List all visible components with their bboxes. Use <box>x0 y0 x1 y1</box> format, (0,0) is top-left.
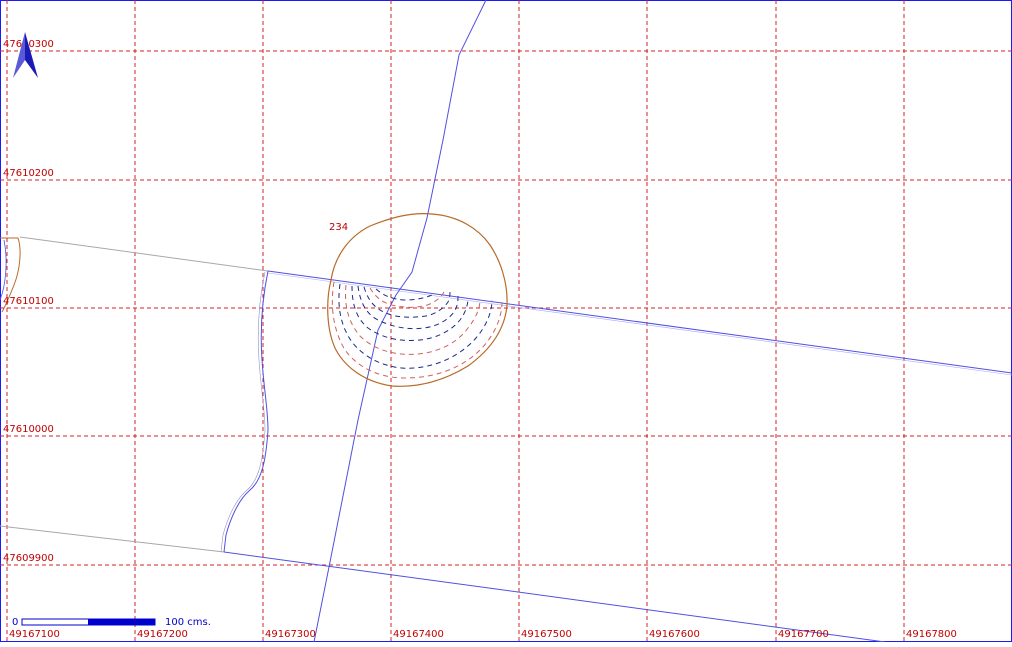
grid-label-x: 49167100 <box>9 629 60 640</box>
grid-label-x: 49167800 <box>906 629 957 640</box>
grid-label-x: 49167600 <box>649 629 700 640</box>
map-canvas[interactable]: 234 49167100 49167200 49167300 49167400 4916… <box>0 0 1012 643</box>
grid-label-x: 49167200 <box>137 629 188 640</box>
scale-start-label: 0 <box>12 617 18 628</box>
grid-label-y: 47609900 <box>3 553 54 564</box>
scale-bar-fill <box>88 619 155 625</box>
scale-end-label: 100 cms. <box>165 617 211 628</box>
contour-label: 234 <box>329 222 348 233</box>
grid-label-x: 49167300 <box>265 629 316 640</box>
map-view[interactable]: 234 49167100 49167200 49167300 49167400 4916… <box>0 0 1012 643</box>
map-frame <box>0 0 1012 642</box>
grid-label-x: 49167400 <box>393 629 444 640</box>
grid-label-y: 47610100 <box>3 296 54 307</box>
grid-label-y: 47610200 <box>3 168 54 179</box>
grid-label-y: 47610000 <box>3 424 54 435</box>
grid-label-x: 49167500 <box>521 629 572 640</box>
grid-label-x: 49167700 <box>778 629 829 640</box>
